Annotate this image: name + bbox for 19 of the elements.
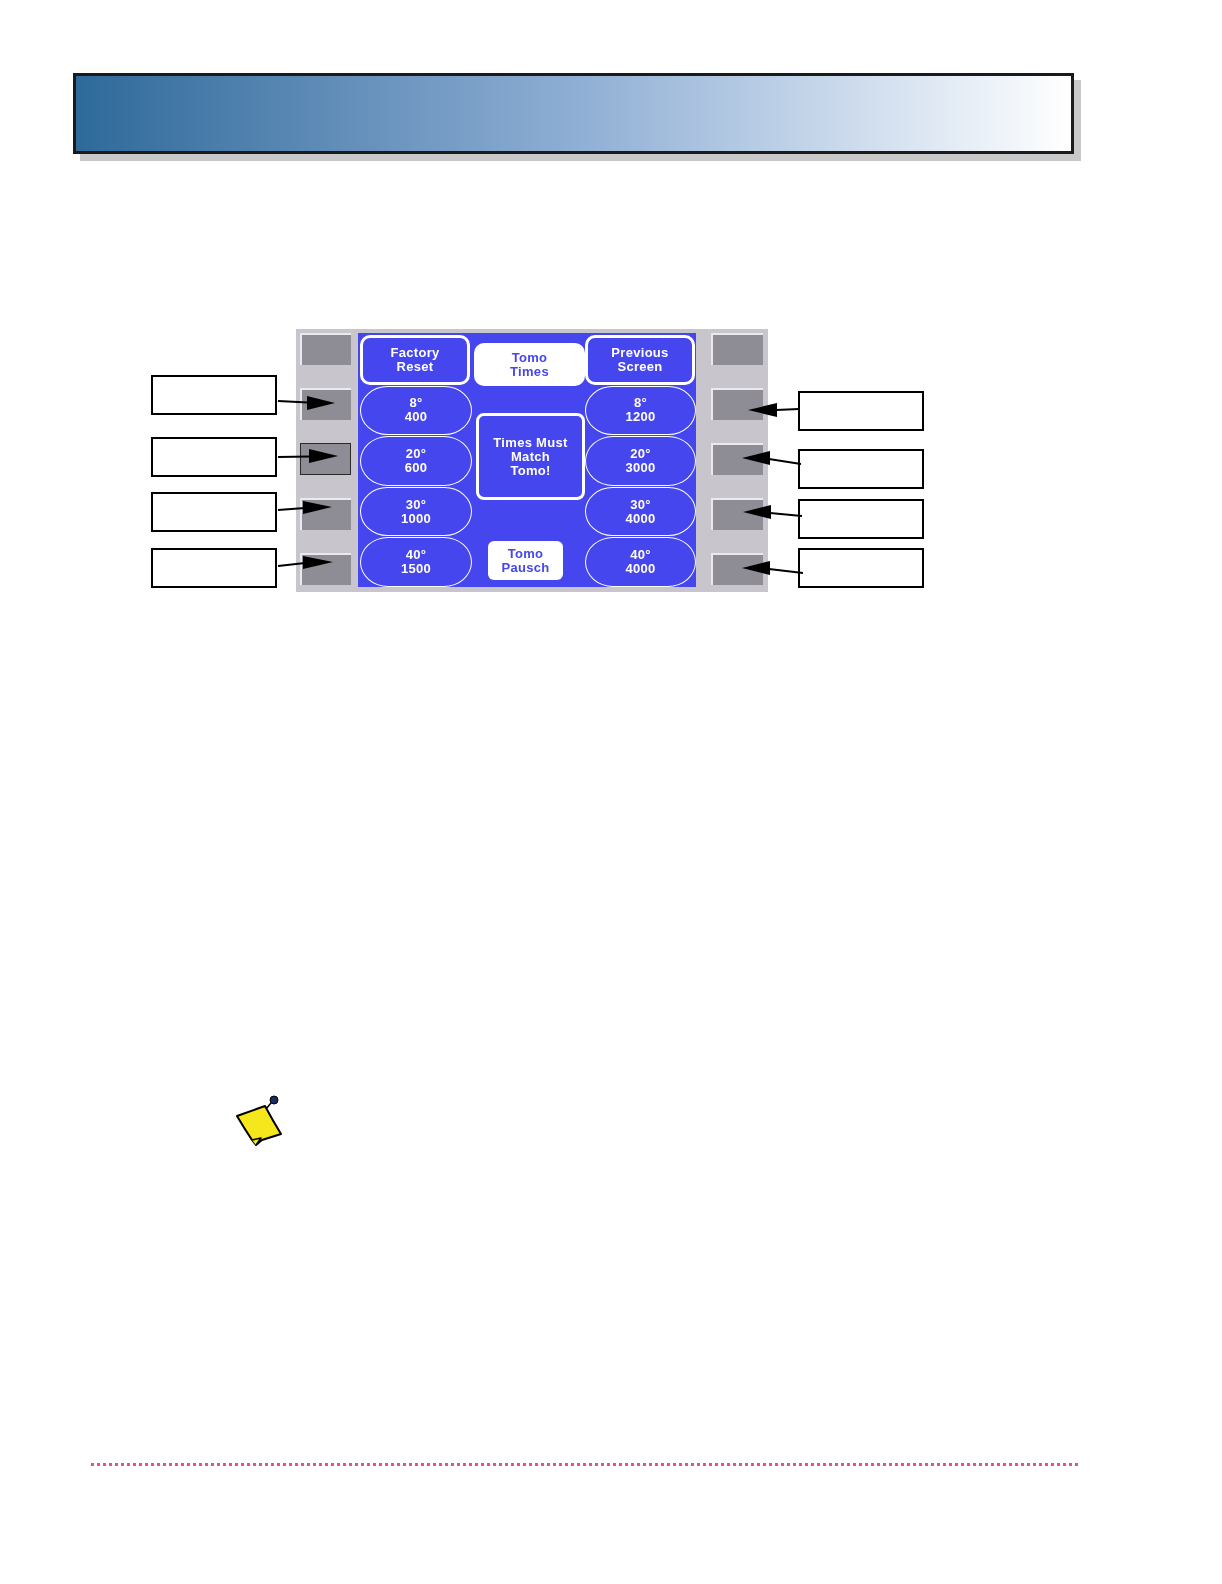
preset-button[interactable]: 40° 4000 xyxy=(585,537,696,587)
leader-arrow xyxy=(278,448,339,466)
leader-arrow xyxy=(741,560,803,578)
menu-button[interactable]: Factory Reset xyxy=(360,335,470,385)
leader-arrow xyxy=(747,401,799,419)
preset-button[interactable]: 8° 400 xyxy=(360,385,472,436)
preset-button[interactable]: 30° 4000 xyxy=(585,486,696,537)
leader-arrow xyxy=(742,504,802,522)
preset-button[interactable]: 20° 3000 xyxy=(585,436,696,486)
leader-arrow xyxy=(278,393,336,411)
leader-arrow xyxy=(741,450,801,468)
message-box: Times Must Match Tomo! xyxy=(476,413,585,500)
screen-title: Tomo Times xyxy=(474,343,585,386)
preset-button[interactable]: 8° 1200 xyxy=(585,385,696,436)
preset-button[interactable]: 20° 600 xyxy=(360,436,472,486)
preset-button[interactable]: 30° 1000 xyxy=(360,486,472,537)
menu-button[interactable]: Previous Screen xyxy=(585,335,695,385)
pause-button[interactable]: Tomo Pausch xyxy=(488,541,563,580)
preset-button[interactable]: 40° 1500 xyxy=(360,537,472,587)
